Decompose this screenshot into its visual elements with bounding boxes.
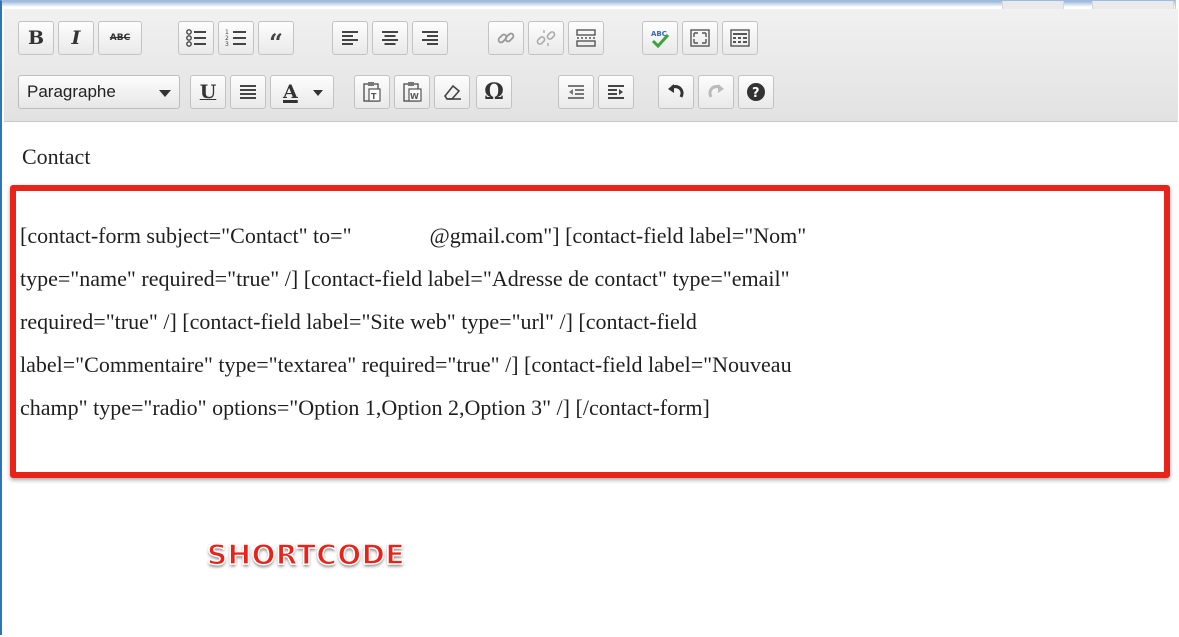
toolbar-toggle-icon [730,29,750,47]
align-left-icon [342,31,358,45]
shortcode-line: required="true" /] [contact-field label=… [20,309,697,334]
shortcode-text: [contact-form subject="Contact" to=" @gma… [20,214,1150,429]
svg-text:T: T [371,92,377,101]
paste-word-icon: W [403,82,422,102]
align-right-button[interactable] [412,21,448,55]
shortcode-annotation: SHORTCODE [206,537,406,572]
text-color-icon: A [283,81,298,103]
svg-text:3: 3 [225,41,229,48]
justify-icon [240,85,256,99]
italic-button[interactable]: I [58,21,94,55]
redo-button[interactable] [698,75,734,109]
insert-link-button[interactable] [488,21,524,55]
underline-button[interactable]: U [190,75,226,109]
numbered-list-button[interactable]: 1 2 3 [218,21,254,55]
redo-icon [708,84,724,98]
insert-more-button[interactable] [568,21,604,55]
editor-toolbar: B I ABC 1 2 3 “ ABC Paragraphe U A T W Ω… [4,9,1178,122]
indent-icon [608,85,624,99]
unlink-icon [536,30,556,46]
underline-icon: U [199,81,217,103]
shortcode-line: label="Commentaire" type="textarea" requ… [20,352,792,377]
shortcode-line: type="name" required="true" /] [contact-… [20,266,790,291]
editor-title: Contact [22,144,91,169]
align-right-icon [422,31,438,45]
indent-button[interactable] [598,75,634,109]
bullet-list-icon [186,29,206,47]
outdent-icon [568,85,584,99]
align-left-button[interactable] [332,21,368,55]
undo-button[interactable] [658,75,694,109]
svg-text:?: ? [752,86,760,101]
top-edge [2,1,1175,7]
omega-icon: Ω [484,79,504,105]
undo-icon [668,84,684,98]
bold-icon: B [27,27,45,49]
link-icon [497,32,515,44]
svg-text:W: W [410,92,419,101]
bullet-list-button[interactable] [178,21,214,55]
outdent-button[interactable] [558,75,594,109]
paste-text-button[interactable]: T [354,75,390,109]
remove-link-button[interactable] [528,21,564,55]
chevron-down-icon [313,90,323,96]
format-select[interactable]: Paragraphe [18,75,180,109]
strikethrough-icon: ABC [109,33,131,43]
chevron-down-icon [159,90,171,97]
editor-frame: B I ABC 1 2 3 “ ABC Paragraphe U A T W Ω… [0,0,1178,636]
shortcode-line: [contact-form subject="Contact" to=" @gma… [20,214,1150,257]
fullscreen-button[interactable] [682,21,718,55]
kitchen-sink-button[interactable] [722,21,758,55]
format-select-value: Paragraphe [27,82,116,101]
text-color-button[interactable]: A [270,75,334,109]
help-icon: ? [747,83,765,101]
paste-text-icon: T [363,82,381,102]
fullscreen-icon [690,29,710,47]
spellcheck-button[interactable]: ABC [642,21,678,55]
paste-word-button[interactable]: W [394,75,430,109]
more-tag-icon [576,29,596,47]
blockquote-icon: “ [269,28,283,57]
align-center-button[interactable] [372,21,408,55]
align-center-icon [382,31,398,45]
numbered-list-icon: 1 2 3 [225,29,246,48]
blockquote-button[interactable]: “ [258,21,294,55]
shortcode-line-end: @gmail.com"] [contact-field label="Nom" [429,223,807,248]
special-character-button[interactable]: Ω [476,75,512,109]
justify-button[interactable] [230,75,266,109]
spellcheck-icon: ABC [651,30,670,49]
shortcode-line: champ" type="radio" options="Option 1,Op… [20,395,710,420]
editor-content[interactable]: Contact [contact-form subject="Contact" … [4,122,1178,636]
strikethrough-button[interactable]: ABC [98,21,142,55]
shortcode-line-start: [contact-form subject="Contact" to=" [20,223,352,248]
italic-icon: I [71,27,81,49]
clear-formatting-button[interactable] [434,75,470,109]
bold-button[interactable]: B [18,21,54,55]
eraser-icon [444,84,461,100]
help-button[interactable]: ? [738,75,774,109]
redacted-email [351,228,430,247]
